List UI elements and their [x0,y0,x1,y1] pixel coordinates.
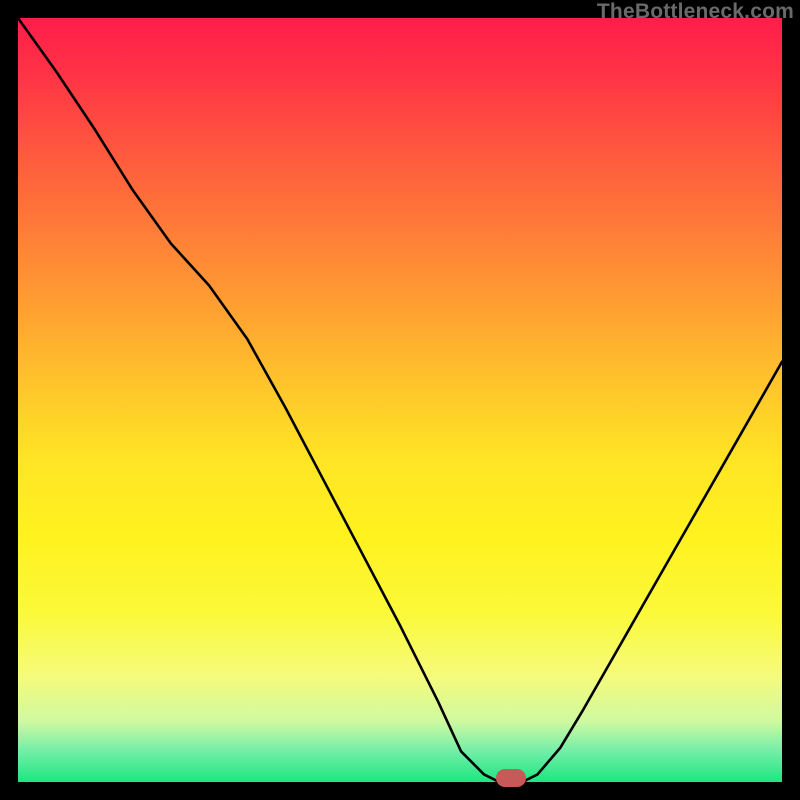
optimal-marker [496,769,526,787]
watermark-text: TheBottleneck.com [597,0,794,24]
plot-area [18,18,782,782]
chart-frame: TheBottleneck.com [0,0,800,800]
bottleneck-curve [18,18,782,782]
